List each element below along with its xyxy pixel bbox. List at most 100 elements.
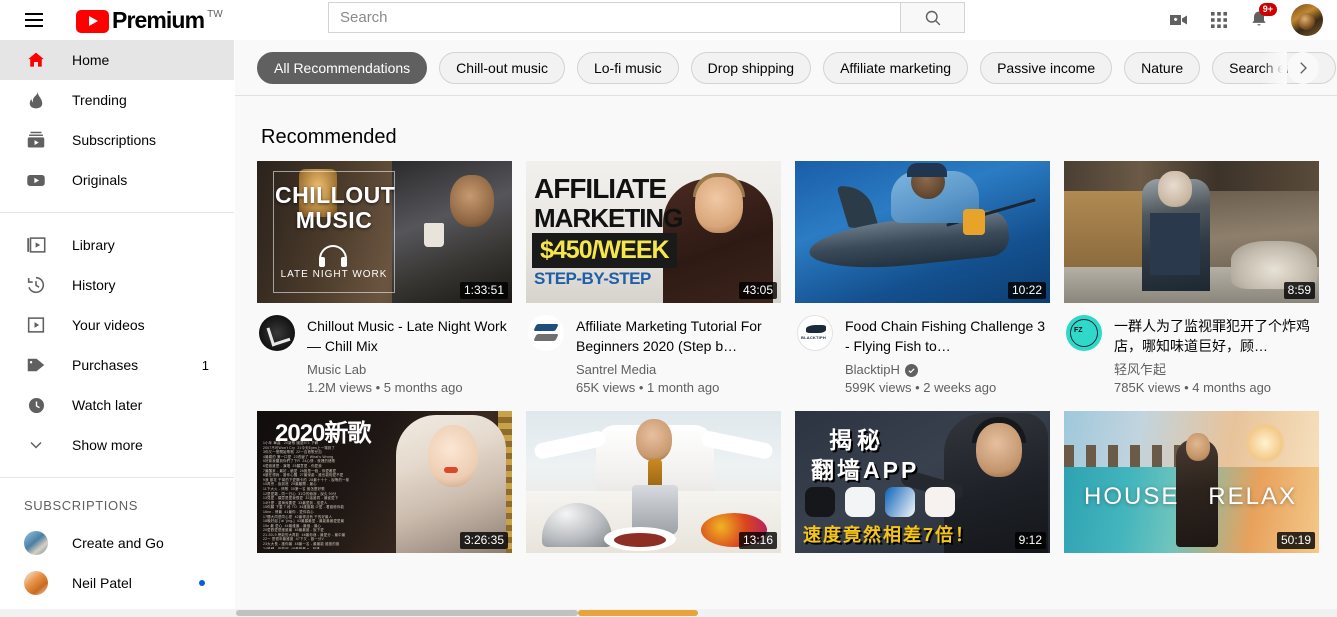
apps-button[interactable] bbox=[1199, 0, 1239, 40]
video-card[interactable]: HOUSE RELAX 50:19 bbox=[1064, 411, 1319, 553]
chip-chill-out-music[interactable]: Chill-out music bbox=[439, 51, 565, 84]
video-card[interactable]: 2020新歌 1小年 單曲 20新歌 國語971 下轉 2007不可Won't … bbox=[257, 411, 512, 553]
sidebar-item-label: Originals bbox=[72, 172, 128, 188]
thumb-title-text: CHILLOUT MUSIC bbox=[275, 183, 395, 233]
notifications-badge: 9+ bbox=[1258, 3, 1277, 16]
video-channel[interactable]: Music Lab bbox=[307, 361, 512, 379]
sidebar-item-home[interactable]: Home bbox=[0, 40, 235, 80]
video-duration: 10:22 bbox=[1007, 282, 1046, 299]
thumb-art-head bbox=[1186, 433, 1210, 461]
sidebar-item-create-and-go[interactable]: Create and Go bbox=[0, 523, 235, 563]
sidebar-item-label: Show more bbox=[72, 437, 143, 453]
video-thumbnail[interactable]: AFFILIATE MARKETING $450/WEEK STEP-BY-ST… bbox=[526, 161, 781, 303]
thumb-line1: 揭秘 bbox=[829, 427, 885, 453]
search-button[interactable] bbox=[900, 2, 965, 33]
channel-avatar[interactable] bbox=[259, 315, 295, 351]
video-feed: Recommended CHILLOUT MUSIC LATE NIGHT WO… bbox=[235, 96, 1337, 617]
youtube-premium-logo[interactable]: Premium TW bbox=[76, 7, 223, 33]
video-title[interactable]: 一群人为了监视罪犯开了个炸鸡店，哪知味道巨好，顾… bbox=[1114, 316, 1319, 356]
apps-grid-icon bbox=[1211, 12, 1227, 28]
video-duration: 50:19 bbox=[1276, 532, 1315, 549]
thumb-art-sun bbox=[1245, 423, 1285, 463]
logo-country-code: TW bbox=[207, 8, 223, 20]
sidebar-item-watch-later[interactable]: Watch later bbox=[0, 385, 235, 425]
sidebar-item-subscriptions[interactable]: Subscriptions bbox=[0, 120, 235, 160]
chip-all-recommendations[interactable]: All Recommendations bbox=[257, 51, 428, 84]
originals-icon bbox=[24, 168, 48, 192]
video-card[interactable]: 8:59 FZ 一群人为了监视罪犯开了个炸鸡店，哪知味道巨好，顾… 轻风乍起 7… bbox=[1064, 161, 1319, 397]
thumb-art-huts bbox=[1064, 445, 1180, 467]
video-card[interactable]: 10:22 BLACKTIPH Food Chain Fishing Chall… bbox=[795, 161, 1050, 397]
sidebar-item-trending[interactable]: Trending bbox=[0, 80, 235, 120]
thumb-line2: 翻墙APP bbox=[811, 457, 920, 483]
video-thumbnail[interactable]: 13:16 bbox=[526, 411, 781, 553]
search-bar bbox=[328, 2, 965, 33]
create-video-button[interactable] bbox=[1159, 0, 1199, 40]
video-thumbnail[interactable]: 揭秘 翻墙APP 速度竟然相差7倍！ 9:12 bbox=[795, 411, 1050, 553]
video-card[interactable]: 揭秘 翻墙APP 速度竟然相差7倍！ 9:12 bbox=[795, 411, 1050, 553]
subscriptions-icon bbox=[24, 128, 48, 152]
thumb-art-wall bbox=[1064, 191, 1144, 271]
new-content-dot bbox=[199, 580, 205, 586]
video-meta: FZ 一群人为了监视罪犯开了个炸鸡店，哪知味道巨好，顾… 轻风乍起 785K v… bbox=[1064, 303, 1319, 397]
video-card[interactable]: CHILLOUT MUSIC LATE NIGHT WORK 1:33:51 C… bbox=[257, 161, 512, 397]
horizontal-scrollbar[interactable] bbox=[0, 609, 1337, 617]
channel-name: Santrel Media bbox=[576, 362, 657, 377]
thumb-line4: STEP-BY-STEP bbox=[534, 269, 651, 288]
video-channel[interactable]: Santrel Media bbox=[576, 361, 781, 379]
video-title[interactable]: Affiliate Marketing Tutorial For Beginne… bbox=[576, 316, 781, 356]
verified-badge-icon bbox=[904, 363, 918, 377]
video-thumbnail[interactable]: 8:59 bbox=[1064, 161, 1319, 303]
sidebar-item-show-more[interactable]: Show more bbox=[0, 425, 235, 465]
video-title[interactable]: Chillout Music - Late Night Work — Chill… bbox=[307, 316, 512, 356]
chip-affiliate-marketing[interactable]: Affiliate marketing bbox=[823, 51, 969, 84]
video-meta: Chillout Music - Late Night Work — Chill… bbox=[257, 303, 512, 397]
video-thumbnail[interactable]: 2020新歌 1小年 單曲 20新歌 國語971 下轉 2007不可Won't … bbox=[257, 411, 512, 553]
chip-nature[interactable]: Nature bbox=[1124, 51, 1201, 84]
video-grid: CHILLOUT MUSIC LATE NIGHT WORK 1:33:51 C… bbox=[235, 161, 1337, 553]
scrollbar-thumb[interactable] bbox=[236, 610, 578, 616]
video-thumbnail[interactable]: CHILLOUT MUSIC LATE NIGHT WORK 1:33:51 bbox=[257, 161, 512, 303]
scrollbar-progress[interactable] bbox=[578, 610, 698, 616]
search-input[interactable] bbox=[328, 2, 900, 33]
video-title[interactable]: Food Chain Fishing Challenge 3 - Flying … bbox=[845, 316, 1050, 356]
sidebar-item-your-videos[interactable]: Your videos bbox=[0, 305, 235, 345]
channel-name: BlacktipH bbox=[845, 362, 900, 377]
chip-passive-income[interactable]: Passive income bbox=[980, 51, 1113, 84]
channel-avatar[interactable]: BLACKTIPH bbox=[797, 315, 833, 351]
chevron-down-icon bbox=[24, 433, 48, 457]
video-channel[interactable]: 轻风乍起 bbox=[1114, 361, 1319, 379]
hamburger-icon[interactable] bbox=[14, 0, 54, 40]
sidebar-divider-2 bbox=[0, 477, 235, 478]
thumb-art-meat bbox=[614, 533, 666, 547]
chip-drop-shipping[interactable]: Drop shipping bbox=[690, 51, 812, 84]
video-thumbnail[interactable]: 10:22 bbox=[795, 161, 1050, 303]
video-thumbnail[interactable]: HOUSE RELAX 50:19 bbox=[1064, 411, 1319, 553]
thumb-line2: RELAX bbox=[1208, 483, 1297, 510]
library-icon bbox=[24, 233, 48, 257]
video-card[interactable]: AFFILIATE MARKETING $450/WEEK STEP-BY-ST… bbox=[526, 161, 781, 397]
sidebar-item-history[interactable]: History bbox=[0, 265, 235, 305]
sidebar-item-label: Your videos bbox=[72, 317, 145, 333]
chips-next-button[interactable] bbox=[1287, 52, 1319, 84]
chip-lo-fi-music[interactable]: Lo-fi music bbox=[576, 51, 679, 84]
sidebar-edge bbox=[234, 40, 235, 617]
channel-avatar[interactable]: FZ bbox=[1066, 315, 1102, 351]
sidebar-item-label: Subscriptions bbox=[72, 132, 157, 148]
avatar[interactable] bbox=[1291, 4, 1323, 36]
sidebar-item-label: Neil Patel bbox=[72, 575, 132, 591]
channel-avatar[interactable] bbox=[528, 315, 564, 351]
thumb-art-head bbox=[450, 175, 494, 227]
notifications-button[interactable]: 9+ bbox=[1239, 0, 1279, 40]
sidebar-item-originals[interactable]: Originals bbox=[0, 160, 235, 200]
thumb-art-head bbox=[1158, 171, 1192, 207]
page-title: Recommended bbox=[261, 126, 397, 148]
your-videos-icon bbox=[24, 313, 48, 337]
sidebar-item-label: Home bbox=[72, 52, 110, 68]
sidebar-item-neil-patel[interactable]: Neil Patel bbox=[0, 563, 235, 603]
video-card[interactable]: 13:16 bbox=[526, 411, 781, 553]
video-channel[interactable]: BlacktipH bbox=[845, 361, 1050, 379]
sidebar-item-library[interactable]: Library bbox=[0, 225, 235, 265]
video-meta: BLACKTIPH Food Chain Fishing Challenge 3… bbox=[795, 303, 1050, 397]
sidebar-item-purchases[interactable]: Purchases 1 bbox=[0, 345, 235, 385]
